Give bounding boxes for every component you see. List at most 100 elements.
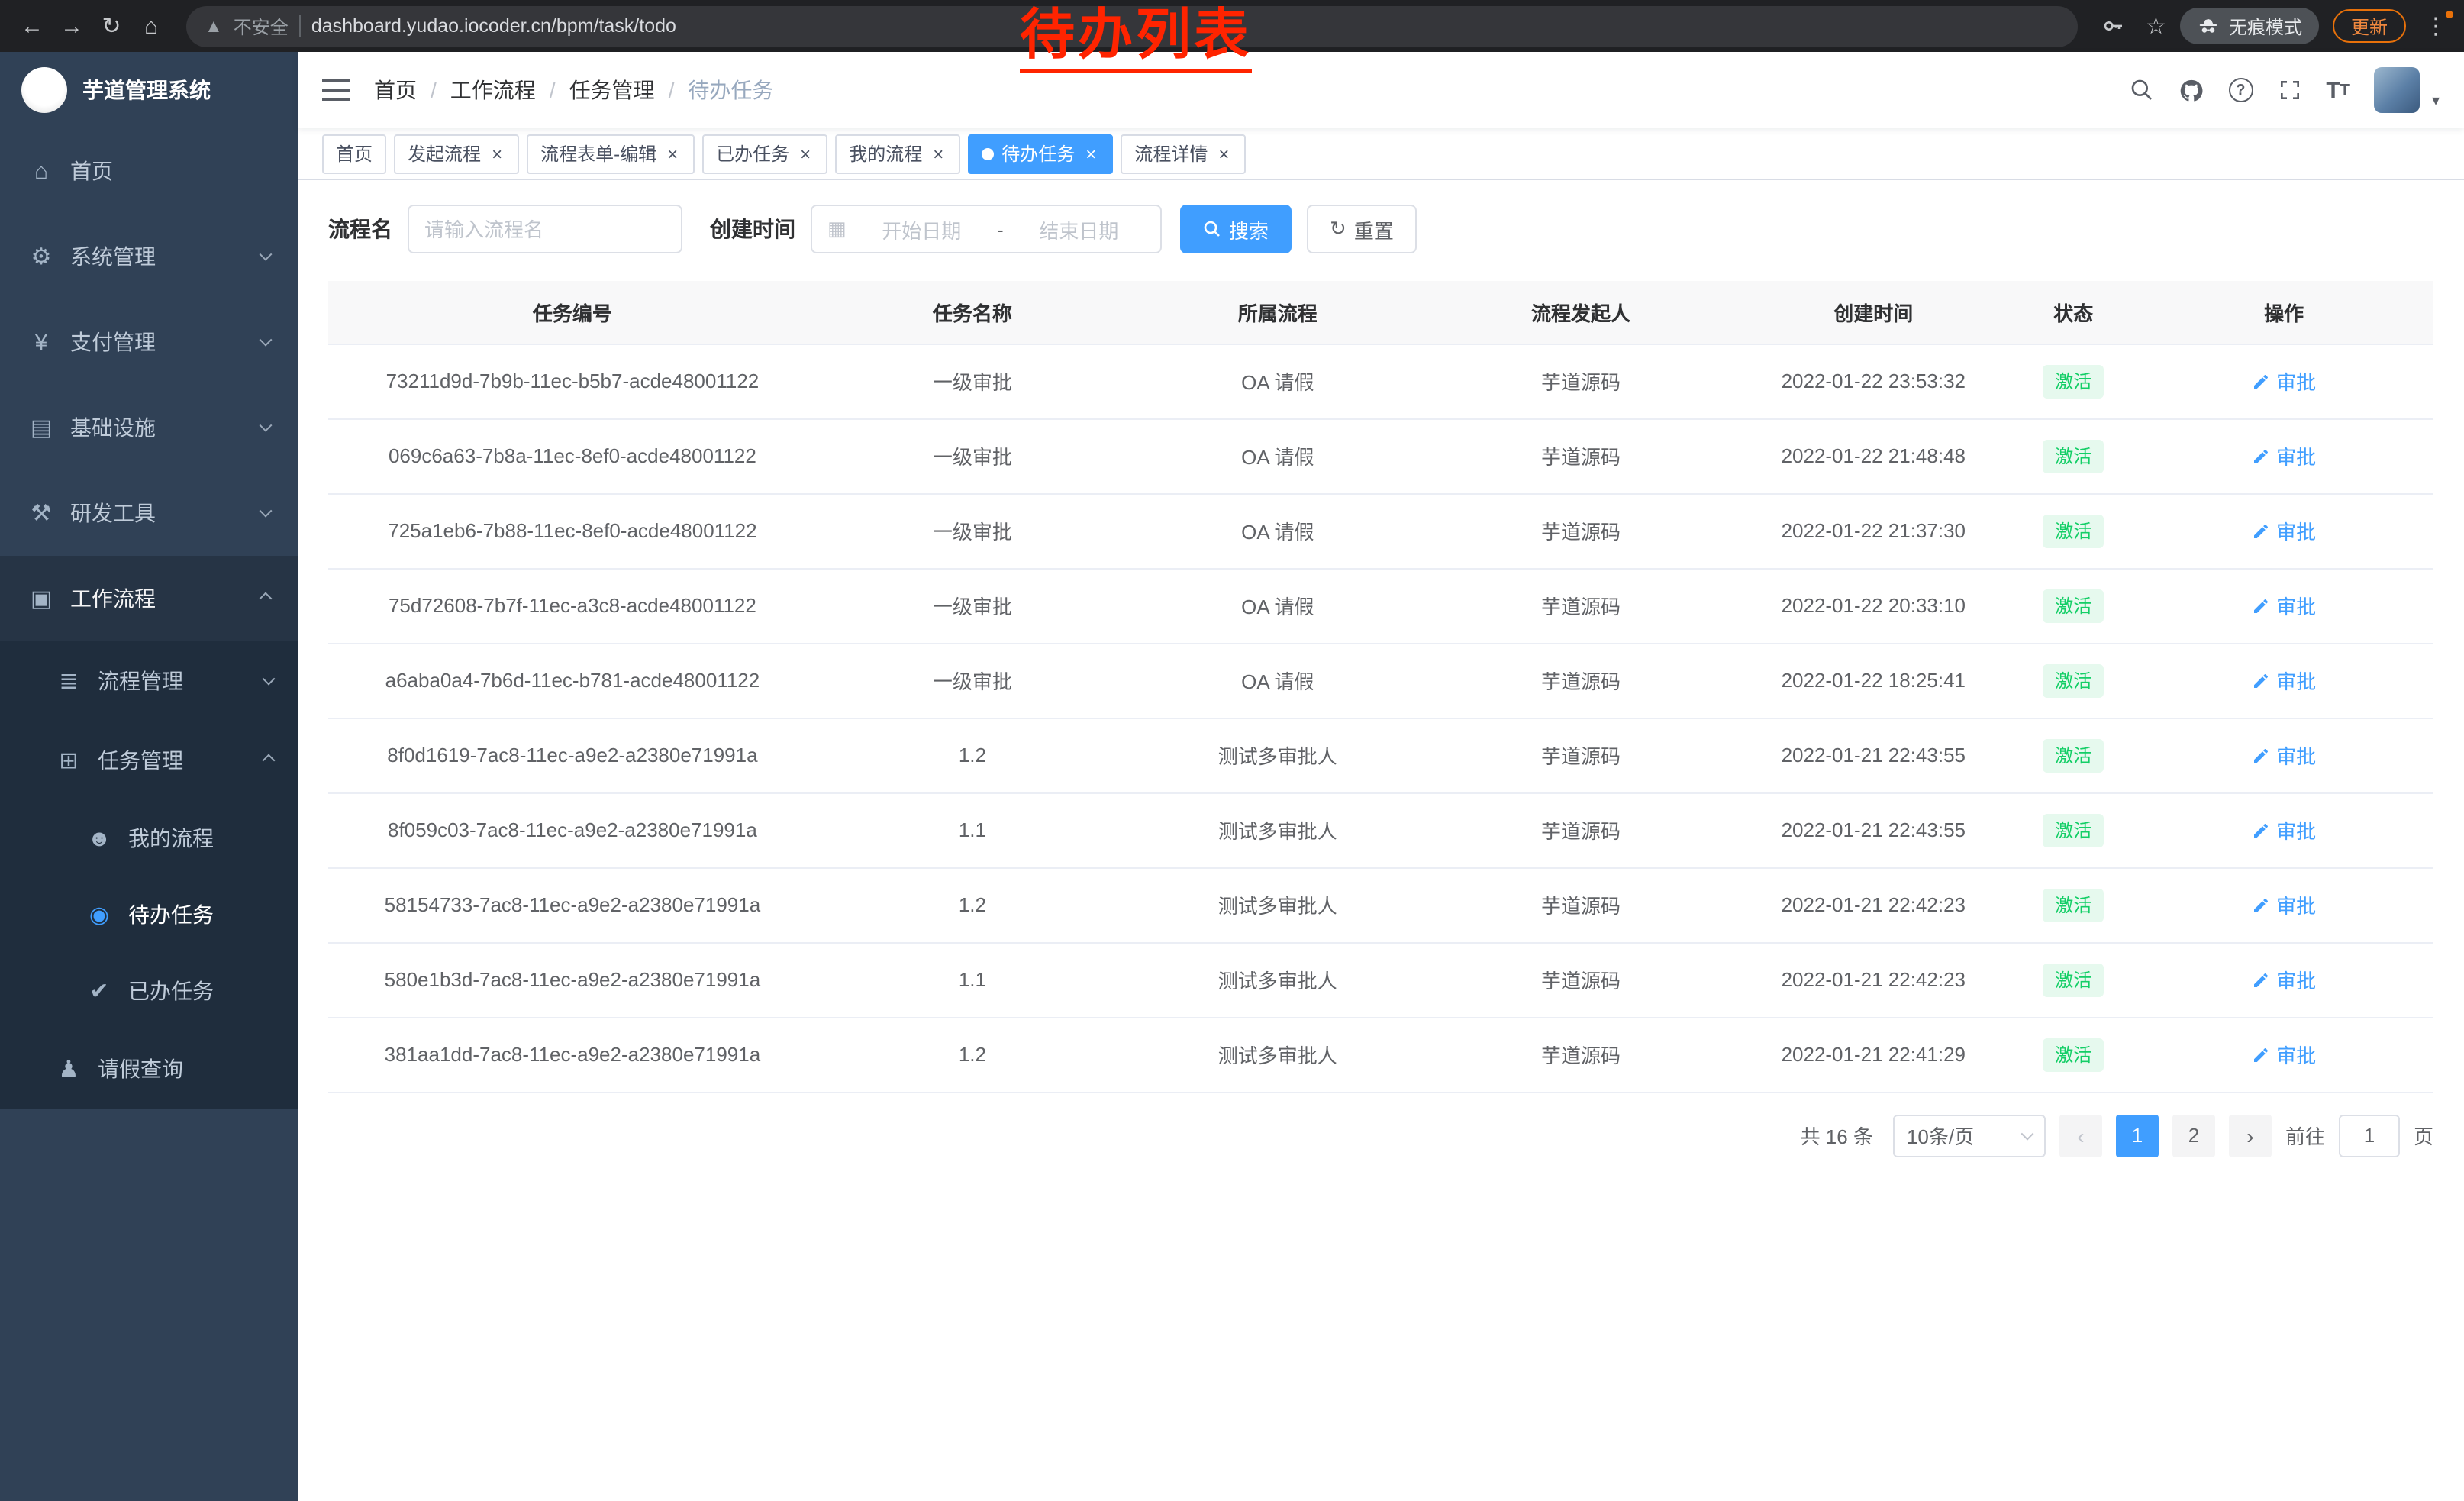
sidebar-item-workflow[interactable]: ▣ 工作流程	[0, 556, 298, 641]
task-id-cell: 8f059c03-7ac8-11ec-a9e2-a2380e71991a	[328, 792, 817, 867]
sidebar-item-process-management[interactable]: ≣ 流程管理	[0, 641, 298, 721]
approve-link[interactable]: 审批	[2252, 666, 2316, 695]
pagination-next-button[interactable]: ›	[2229, 1114, 2272, 1157]
tab-label: 发起流程	[408, 140, 481, 166]
search-button[interactable]: 搜索	[1180, 205, 1292, 253]
help-icon[interactable]: ?	[2228, 78, 2253, 102]
page-content: 流程名 创建时间 ▦ 开始日期 - 结束日期 搜索	[298, 180, 2464, 1501]
app-logo[interactable]: 芋道管理系统	[0, 52, 298, 128]
fullscreen-icon[interactable]	[2277, 78, 2301, 102]
sidebar-item-my-process[interactable]: ☻ 我的流程	[0, 800, 298, 876]
approve-link[interactable]: 审批	[2252, 516, 2316, 545]
approve-link[interactable]: 审批	[2252, 1040, 2316, 1069]
table-row: 58154733-7ac8-11ec-a9e2-a2380e71991a1.2测…	[328, 867, 2433, 942]
breadcrumb-separator: /	[550, 78, 556, 102]
tab[interactable]: 待办任务 ×	[968, 134, 1113, 173]
task-id-cell: 75d72608-7b7f-11ec-a3c8-acde48001122	[328, 568, 817, 643]
forward-icon[interactable]: →	[52, 6, 92, 46]
tab-label: 已办任务	[716, 140, 789, 166]
search-icon[interactable]	[2129, 78, 2153, 102]
browser-menu-icon[interactable]: ⋮	[2420, 12, 2452, 40]
eye-icon: ◉	[85, 901, 113, 928]
page-button-2[interactable]: 2	[2172, 1114, 2215, 1157]
date-range-separator: -	[997, 218, 1004, 240]
avatar[interactable]	[2374, 67, 2420, 113]
app-title: 芋道管理系统	[82, 75, 211, 105]
approve-link[interactable]: 审批	[2252, 815, 2316, 844]
breadcrumb-separator: /	[431, 78, 437, 102]
page-jump-input[interactable]	[2339, 1114, 2400, 1157]
approve-link[interactable]: 审批	[2252, 741, 2316, 770]
approve-label: 审批	[2276, 441, 2316, 470]
font-size-icon[interactable]: TT	[2326, 77, 2350, 103]
warning-icon: ▲	[205, 15, 223, 37]
tab[interactable]: 已办任务 ×	[702, 134, 827, 173]
tab[interactable]: 我的流程×	[835, 134, 960, 173]
url-text[interactable]: dashboard.yudao.iocoder.cn/bpm/task/todo	[311, 15, 676, 37]
update-button[interactable]: 更新	[2333, 9, 2406, 43]
page-button-1[interactable]: 1	[2116, 1114, 2159, 1157]
home-icon[interactable]: ⌂	[131, 6, 171, 46]
pagination-prev-button[interactable]: ‹	[2059, 1114, 2102, 1157]
sidebar-item-label: 流程管理	[98, 666, 183, 696]
reload-icon[interactable]: ↻	[92, 6, 131, 46]
sidebar-item-leave-query[interactable]: ♟ 请假查询	[0, 1029, 298, 1109]
date-range-picker[interactable]: ▦ 开始日期 - 结束日期	[811, 205, 1162, 253]
close-icon[interactable]: ×	[797, 143, 814, 164]
page-size-select[interactable]: 10条/页	[1893, 1114, 2046, 1157]
bookmark-star-icon[interactable]: ☆	[2146, 12, 2166, 40]
sidebar-item-devtools[interactable]: ⚒ 研发工具	[0, 470, 298, 556]
check-icon: ✔	[85, 977, 113, 1005]
chevron-down-icon	[260, 505, 273, 518]
create-time-label: 创建时间	[710, 214, 795, 244]
tab-label: 待办任务	[1001, 140, 1075, 166]
task-id-cell: 580e1b3d-7ac8-11ec-a9e2-a2380e71991a	[328, 942, 817, 1017]
back-icon[interactable]: ←	[12, 6, 52, 46]
approve-link[interactable]: 审批	[2252, 366, 2316, 395]
close-icon[interactable]: ×	[1215, 143, 1232, 164]
github-icon[interactable]	[2178, 77, 2204, 103]
close-icon[interactable]: ×	[489, 143, 505, 164]
reset-button[interactable]: ↻ 重置	[1307, 205, 1417, 253]
approve-link[interactable]: 审批	[2252, 591, 2316, 620]
approve-link[interactable]: 审批	[2252, 890, 2316, 919]
process-cell: OA 请假	[1128, 493, 1427, 568]
breadcrumb-item[interactable]: 任务管理	[569, 75, 655, 105]
close-icon[interactable]: ×	[930, 143, 947, 164]
chevron-down-icon	[260, 248, 273, 261]
approve-link[interactable]: 审批	[2252, 441, 2316, 470]
process-cell: 测试多审批人	[1128, 718, 1427, 792]
breadcrumb-item[interactable]: 工作流程	[450, 75, 536, 105]
task-name-cell: 1.1	[817, 792, 1128, 867]
breadcrumb-item[interactable]: 首页	[374, 75, 417, 105]
tab[interactable]: 发起流程 ×	[394, 134, 519, 173]
column-header: 任务名称	[817, 281, 1128, 344]
sidebar-item-payment[interactable]: ¥ 支付管理	[0, 299, 298, 385]
tab[interactable]: 首页	[322, 134, 386, 173]
edit-icon	[2252, 521, 2270, 540]
process-cell: OA 请假	[1128, 643, 1427, 718]
sidebar-item-system[interactable]: ⚙ 系统管理	[0, 214, 298, 299]
chevron-down-icon	[260, 419, 273, 432]
process-list-icon: ≣	[55, 667, 82, 695]
close-icon[interactable]: ×	[1082, 143, 1099, 164]
created-time-cell: 2022-01-22 21:37:30	[1734, 493, 2012, 568]
sidebar-item-done-task[interactable]: ✔ 已办任务	[0, 953, 298, 1029]
sidebar-item-task-management[interactable]: ⊞ 任务管理	[0, 721, 298, 800]
tab[interactable]: 流程详情×	[1121, 134, 1246, 173]
sidebar-item-todo-task[interactable]: ◉ 待办任务	[0, 876, 298, 953]
status-badge: 激活	[2043, 364, 2104, 398]
approve-link[interactable]: 审批	[2252, 965, 2316, 994]
process-name-input[interactable]	[408, 205, 682, 253]
active-tab-dot-icon	[982, 147, 994, 160]
tab[interactable]: 流程表单-编辑×	[527, 134, 695, 173]
key-icon[interactable]	[2092, 6, 2132, 46]
caret-down-icon[interactable]: ▾	[2432, 93, 2440, 113]
starter-cell: 芋道源码	[1427, 418, 1735, 493]
security-label[interactable]: 不安全	[234, 13, 289, 39]
close-icon[interactable]: ×	[664, 143, 681, 164]
sidebar-collapse-icon[interactable]	[322, 79, 350, 101]
sidebar-item-home[interactable]: ⌂ 首页	[0, 128, 298, 214]
sidebar-item-infrastructure[interactable]: ▤ 基础设施	[0, 385, 298, 470]
created-time-cell: 2022-01-21 22:43:55	[1734, 718, 2012, 792]
